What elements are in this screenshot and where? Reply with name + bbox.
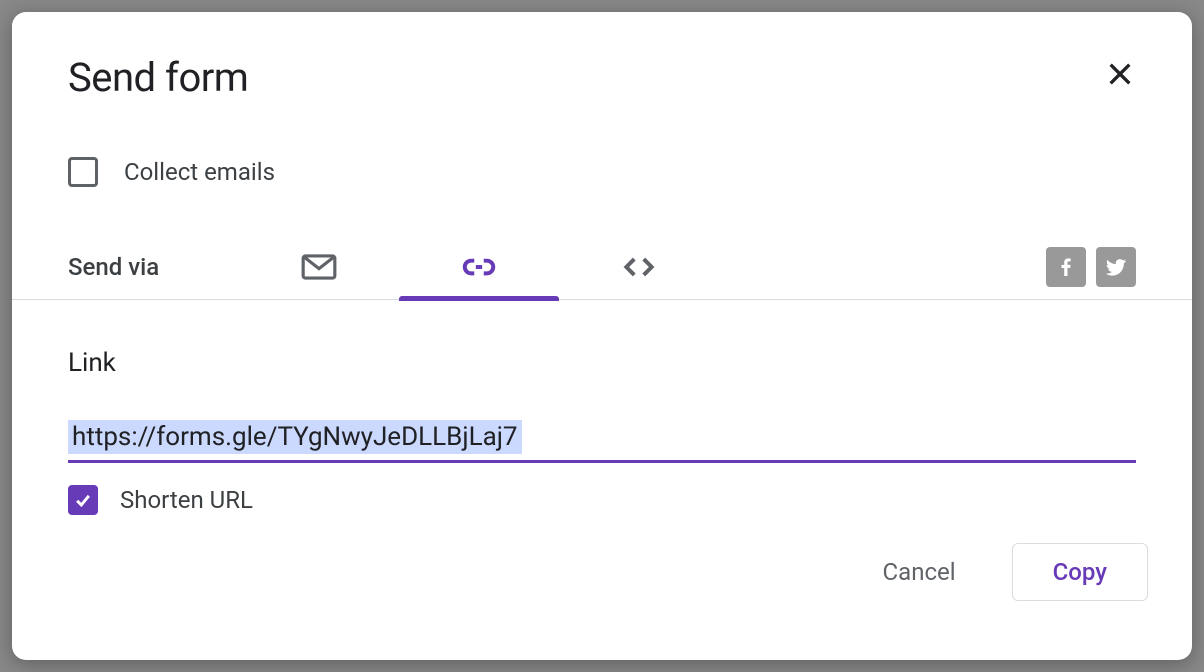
link-input-wrapper: https://forms.gle/TYgNwyJeDLLBjLaj7 [68, 420, 1136, 463]
close-button[interactable] [1096, 50, 1144, 101]
send-form-dialog: Send form Collect emails Send via [12, 12, 1192, 660]
collect-emails-label: Collect emails [124, 158, 275, 186]
twitter-share-button[interactable] [1096, 247, 1136, 287]
send-via-tabs [239, 235, 719, 299]
tab-link[interactable] [399, 235, 559, 299]
facebook-icon [1054, 255, 1078, 279]
cancel-button[interactable]: Cancel [863, 546, 976, 598]
dialog-footer: Cancel Copy [12, 515, 1192, 637]
shorten-url-label: Shorten URL [120, 486, 253, 514]
facebook-share-button[interactable] [1046, 247, 1086, 287]
send-via-label: Send via [68, 253, 159, 281]
shorten-url-checkbox[interactable] [68, 485, 98, 515]
social-share-icons [1046, 247, 1136, 287]
dialog-title: Send form [68, 54, 248, 101]
dialog-header: Send form [12, 12, 1192, 101]
shorten-url-row: Shorten URL [12, 463, 1192, 515]
collect-emails-checkbox[interactable] [68, 157, 98, 187]
tab-embed[interactable] [559, 235, 719, 299]
collect-emails-row: Collect emails [12, 101, 1192, 187]
copy-button[interactable]: Copy [1012, 543, 1148, 601]
code-icon [620, 248, 658, 286]
send-via-row: Send via [12, 187, 1192, 299]
email-icon [300, 248, 338, 286]
link-section: Link https://forms.gle/TYgNwyJeDLLBjLaj7 [12, 300, 1192, 463]
tab-email[interactable] [239, 235, 399, 299]
link-section-label: Link [68, 348, 1136, 378]
twitter-icon [1104, 255, 1128, 279]
link-icon [460, 248, 498, 286]
close-icon [1104, 58, 1136, 90]
link-url-input[interactable]: https://forms.gle/TYgNwyJeDLLBjLaj7 [68, 420, 522, 454]
